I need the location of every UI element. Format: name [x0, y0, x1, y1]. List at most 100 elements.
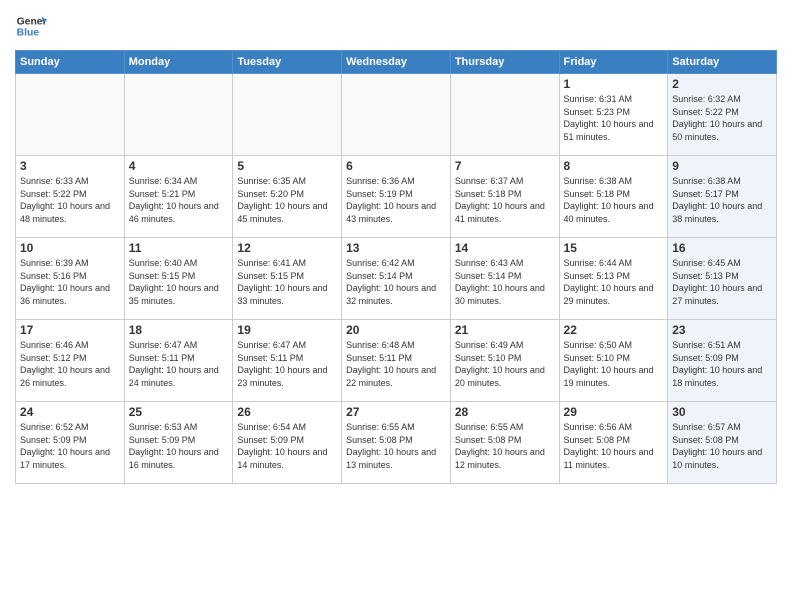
calendar-cell: 14 Sunrise: 6:43 AM Sunset: 5:14 PM Dayli… — [450, 238, 559, 320]
day-number: 14 — [455, 241, 555, 255]
day-number: 7 — [455, 159, 555, 173]
svg-text:Blue: Blue — [17, 28, 40, 39]
day-number: 30 — [672, 405, 772, 419]
calendar-cell: 16 Sunrise: 6:45 AM Sunset: 5:13 PM Dayli… — [668, 238, 777, 320]
day-number: 2 — [672, 77, 772, 91]
day-number: 24 — [20, 405, 120, 419]
calendar-cell: 28 Sunrise: 6:55 AM Sunset: 5:08 PM Dayli… — [450, 402, 559, 484]
day-number: 28 — [455, 405, 555, 419]
day-number: 18 — [129, 323, 229, 337]
calendar-cell: 1Sunrise: 6:31 AM Sunset: 5:23 PM Daylig… — [559, 74, 668, 156]
calendar-cell: 21 Sunrise: 6:49 AM Sunset: 5:10 PM Dayli… — [450, 320, 559, 402]
calendar-cell: 11 Sunrise: 6:40 AM Sunset: 5:15 PM Dayli… — [124, 238, 233, 320]
weekday-header-monday: Monday — [124, 51, 233, 74]
calendar-cell: 20Sunrise: 6:48 AM Sunset: 5:11 PM Dayli… — [342, 320, 451, 402]
sun-info: Sunrise: 6:55 AM Sunset: 5:08 PM Dayligh… — [455, 421, 555, 471]
calendar-table: SundayMondayTuesdayWednesdayThursdayFrid… — [15, 50, 777, 484]
day-number: 5 — [237, 159, 337, 173]
day-number: 25 — [129, 405, 229, 419]
sun-info: Sunrise: 6:47 AM Sunset: 5:11 PM Dayligh… — [129, 339, 229, 389]
week-row-2: 3 Sunrise: 6:33 AM Sunset: 5:22 PM Daylig… — [16, 156, 777, 238]
weekday-header-saturday: Saturday — [668, 51, 777, 74]
sun-info: Sunrise: 6:33 AM Sunset: 5:22 PM Dayligh… — [20, 175, 120, 225]
day-number: 19 — [237, 323, 337, 337]
header: General Blue — [15, 10, 777, 42]
calendar-cell: 22 Sunrise: 6:50 AM Sunset: 5:10 PM Dayli… — [559, 320, 668, 402]
sun-info: Sunrise: 6:53 AM Sunset: 5:09 PM Dayligh… — [129, 421, 229, 471]
calendar-cell: 25 Sunrise: 6:53 AM Sunset: 5:09 PM Dayli… — [124, 402, 233, 484]
day-number: 29 — [564, 405, 664, 419]
weekday-header-sunday: Sunday — [16, 51, 125, 74]
calendar-cell: 10 Sunrise: 6:39 AM Sunset: 5:16 PM Dayli… — [16, 238, 125, 320]
sun-info: Sunrise: 6:32 AM Sunset: 5:22 PM Dayligh… — [672, 93, 772, 143]
calendar-cell: 29Sunrise: 6:56 AM Sunset: 5:08 PM Dayli… — [559, 402, 668, 484]
calendar-cell — [450, 74, 559, 156]
sun-info: Sunrise: 6:55 AM Sunset: 5:08 PM Dayligh… — [346, 421, 446, 471]
day-number: 11 — [129, 241, 229, 255]
day-number: 23 — [672, 323, 772, 337]
logo-icon: General Blue — [15, 10, 47, 42]
sun-info: Sunrise: 6:31 AM Sunset: 5:23 PM Dayligh… — [564, 93, 664, 143]
weekday-header-row: SundayMondayTuesdayWednesdayThursdayFrid… — [16, 51, 777, 74]
sun-info: Sunrise: 6:46 AM Sunset: 5:12 PM Dayligh… — [20, 339, 120, 389]
weekday-header-thursday: Thursday — [450, 51, 559, 74]
sun-info: Sunrise: 6:39 AM Sunset: 5:16 PM Dayligh… — [20, 257, 120, 307]
week-row-4: 17Sunrise: 6:46 AM Sunset: 5:12 PM Dayli… — [16, 320, 777, 402]
day-number: 3 — [20, 159, 120, 173]
calendar-cell: 2 Sunrise: 6:32 AM Sunset: 5:22 PM Daylig… — [668, 74, 777, 156]
logo: General Blue — [15, 10, 47, 42]
week-row-3: 10 Sunrise: 6:39 AM Sunset: 5:16 PM Dayli… — [16, 238, 777, 320]
sun-info: Sunrise: 6:50 AM Sunset: 5:10 PM Dayligh… — [564, 339, 664, 389]
sun-info: Sunrise: 6:41 AM Sunset: 5:15 PM Dayligh… — [237, 257, 337, 307]
day-number: 16 — [672, 241, 772, 255]
page-container: General Blue SundayMondayTuesdayWednesda… — [0, 0, 792, 612]
week-row-1: 1Sunrise: 6:31 AM Sunset: 5:23 PM Daylig… — [16, 74, 777, 156]
calendar-cell — [233, 74, 342, 156]
weekday-header-tuesday: Tuesday — [233, 51, 342, 74]
calendar-cell: 8Sunrise: 6:38 AM Sunset: 5:18 PM Daylig… — [559, 156, 668, 238]
day-number: 21 — [455, 323, 555, 337]
day-number: 22 — [564, 323, 664, 337]
day-number: 10 — [20, 241, 120, 255]
day-number: 13 — [346, 241, 446, 255]
calendar-cell: 26 Sunrise: 6:54 AM Sunset: 5:09 PM Dayli… — [233, 402, 342, 484]
calendar-cell: 12Sunrise: 6:41 AM Sunset: 5:15 PM Dayli… — [233, 238, 342, 320]
sun-info: Sunrise: 6:49 AM Sunset: 5:10 PM Dayligh… — [455, 339, 555, 389]
calendar-cell: 30Sunrise: 6:57 AM Sunset: 5:08 PM Dayli… — [668, 402, 777, 484]
calendar-cell: 17Sunrise: 6:46 AM Sunset: 5:12 PM Dayli… — [16, 320, 125, 402]
sun-info: Sunrise: 6:54 AM Sunset: 5:09 PM Dayligh… — [237, 421, 337, 471]
day-number: 20 — [346, 323, 446, 337]
sun-info: Sunrise: 6:44 AM Sunset: 5:13 PM Dayligh… — [564, 257, 664, 307]
calendar-cell: 7 Sunrise: 6:37 AM Sunset: 5:18 PM Daylig… — [450, 156, 559, 238]
calendar-cell — [342, 74, 451, 156]
sun-info: Sunrise: 6:37 AM Sunset: 5:18 PM Dayligh… — [455, 175, 555, 225]
sun-info: Sunrise: 6:45 AM Sunset: 5:13 PM Dayligh… — [672, 257, 772, 307]
day-number: 8 — [564, 159, 664, 173]
calendar-cell: 23 Sunrise: 6:51 AM Sunset: 5:09 PM Dayli… — [668, 320, 777, 402]
calendar-cell: 15Sunrise: 6:44 AM Sunset: 5:13 PM Dayli… — [559, 238, 668, 320]
sun-info: Sunrise: 6:34 AM Sunset: 5:21 PM Dayligh… — [129, 175, 229, 225]
day-number: 6 — [346, 159, 446, 173]
sun-info: Sunrise: 6:51 AM Sunset: 5:09 PM Dayligh… — [672, 339, 772, 389]
calendar-cell: 19 Sunrise: 6:47 AM Sunset: 5:11 PM Dayli… — [233, 320, 342, 402]
calendar-cell: 6 Sunrise: 6:36 AM Sunset: 5:19 PM Daylig… — [342, 156, 451, 238]
sun-info: Sunrise: 6:40 AM Sunset: 5:15 PM Dayligh… — [129, 257, 229, 307]
sun-info: Sunrise: 6:47 AM Sunset: 5:11 PM Dayligh… — [237, 339, 337, 389]
calendar-cell — [124, 74, 233, 156]
weekday-header-friday: Friday — [559, 51, 668, 74]
calendar-cell: 3 Sunrise: 6:33 AM Sunset: 5:22 PM Daylig… — [16, 156, 125, 238]
calendar-cell: 5 Sunrise: 6:35 AM Sunset: 5:20 PM Daylig… — [233, 156, 342, 238]
sun-info: Sunrise: 6:35 AM Sunset: 5:20 PM Dayligh… — [237, 175, 337, 225]
calendar-cell: 18 Sunrise: 6:47 AM Sunset: 5:11 PM Dayli… — [124, 320, 233, 402]
day-number: 26 — [237, 405, 337, 419]
calendar-cell: 4Sunrise: 6:34 AM Sunset: 5:21 PM Daylig… — [124, 156, 233, 238]
sun-info: Sunrise: 6:38 AM Sunset: 5:17 PM Dayligh… — [672, 175, 772, 225]
sun-info: Sunrise: 6:43 AM Sunset: 5:14 PM Dayligh… — [455, 257, 555, 307]
day-number: 9 — [672, 159, 772, 173]
sun-info: Sunrise: 6:36 AM Sunset: 5:19 PM Dayligh… — [346, 175, 446, 225]
day-number: 27 — [346, 405, 446, 419]
weekday-header-wednesday: Wednesday — [342, 51, 451, 74]
calendar-cell: 27 Sunrise: 6:55 AM Sunset: 5:08 PM Dayli… — [342, 402, 451, 484]
week-row-5: 24Sunrise: 6:52 AM Sunset: 5:09 PM Dayli… — [16, 402, 777, 484]
calendar-cell: 13Sunrise: 6:42 AM Sunset: 5:14 PM Dayli… — [342, 238, 451, 320]
